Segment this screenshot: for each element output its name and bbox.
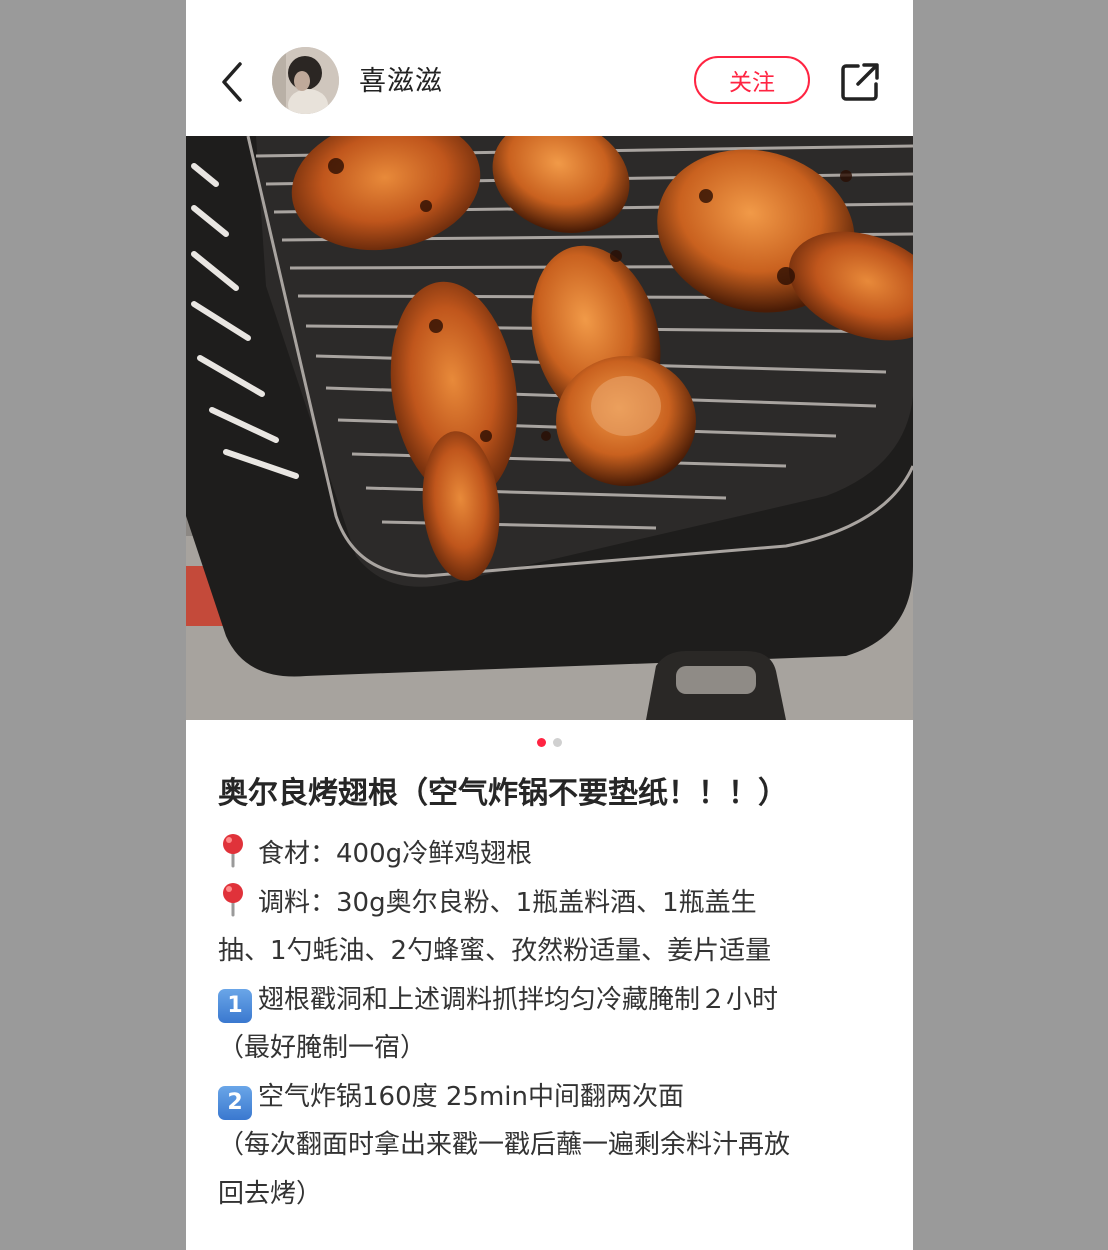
pushpin-icon <box>223 882 243 916</box>
keycap-2-icon: 2 <box>218 1085 252 1120</box>
ingredients-line: 食材：400g冷鲜鸡翅根 <box>218 830 888 879</box>
seasoning-line-cont: 抽、1勺蚝油、2勺蜂蜜、孜然粉适量、姜片适量 <box>218 936 772 966</box>
share-icon <box>841 63 879 101</box>
pushpin-icon <box>223 834 243 868</box>
follow-button[interactable]: 关注 <box>694 56 810 104</box>
carousel-indicator <box>186 738 913 750</box>
note-title: 奥尔良烤翅根（空气炸锅不要垫纸！！！） <box>218 776 788 811</box>
share-button[interactable] <box>838 60 882 104</box>
keycap-1-icon: 1 <box>218 988 252 1023</box>
step-1-note: （最好腌制一宿） <box>218 1033 427 1063</box>
step-2-line: 2 空气炸锅160度 25min中间翻两次面 <box>218 1073 888 1122</box>
avatar[interactable] <box>272 47 339 114</box>
step-1-line: 1 翅根戳洞和上述调料抓拌均匀冷藏腌制２小时 <box>218 976 888 1025</box>
step-2-note: （每次翻面时拿出来戳一戳后蘸一遍剩余料汁再放 <box>218 1130 791 1160</box>
seasoning-line: 调料：30g奥尔良粉、1瓶盖料酒、1瓶盖生 <box>218 879 888 928</box>
back-button[interactable] <box>214 58 254 106</box>
note-detail-screen: 喜滋滋 关注 奥尔良烤翅根（空气炸锅不要垫纸！！！） 食材：400g冷鲜鸡翅根 … <box>186 0 913 1250</box>
chevron-left-icon <box>222 62 242 102</box>
carousel-dot-active[interactable] <box>537 738 546 747</box>
note-body: 食材：400g冷鲜鸡翅根 调料：30g奥尔良粉、1瓶盖料酒、1瓶盖生 抽、1勺蚝… <box>218 830 888 1218</box>
top-bar: 喜滋滋 关注 <box>186 0 913 136</box>
carousel-dot[interactable] <box>553 738 562 747</box>
step-2-note-cont: 回去烤） <box>218 1178 323 1209</box>
post-photo[interactable] <box>186 136 913 720</box>
username[interactable]: 喜滋滋 <box>359 60 443 104</box>
